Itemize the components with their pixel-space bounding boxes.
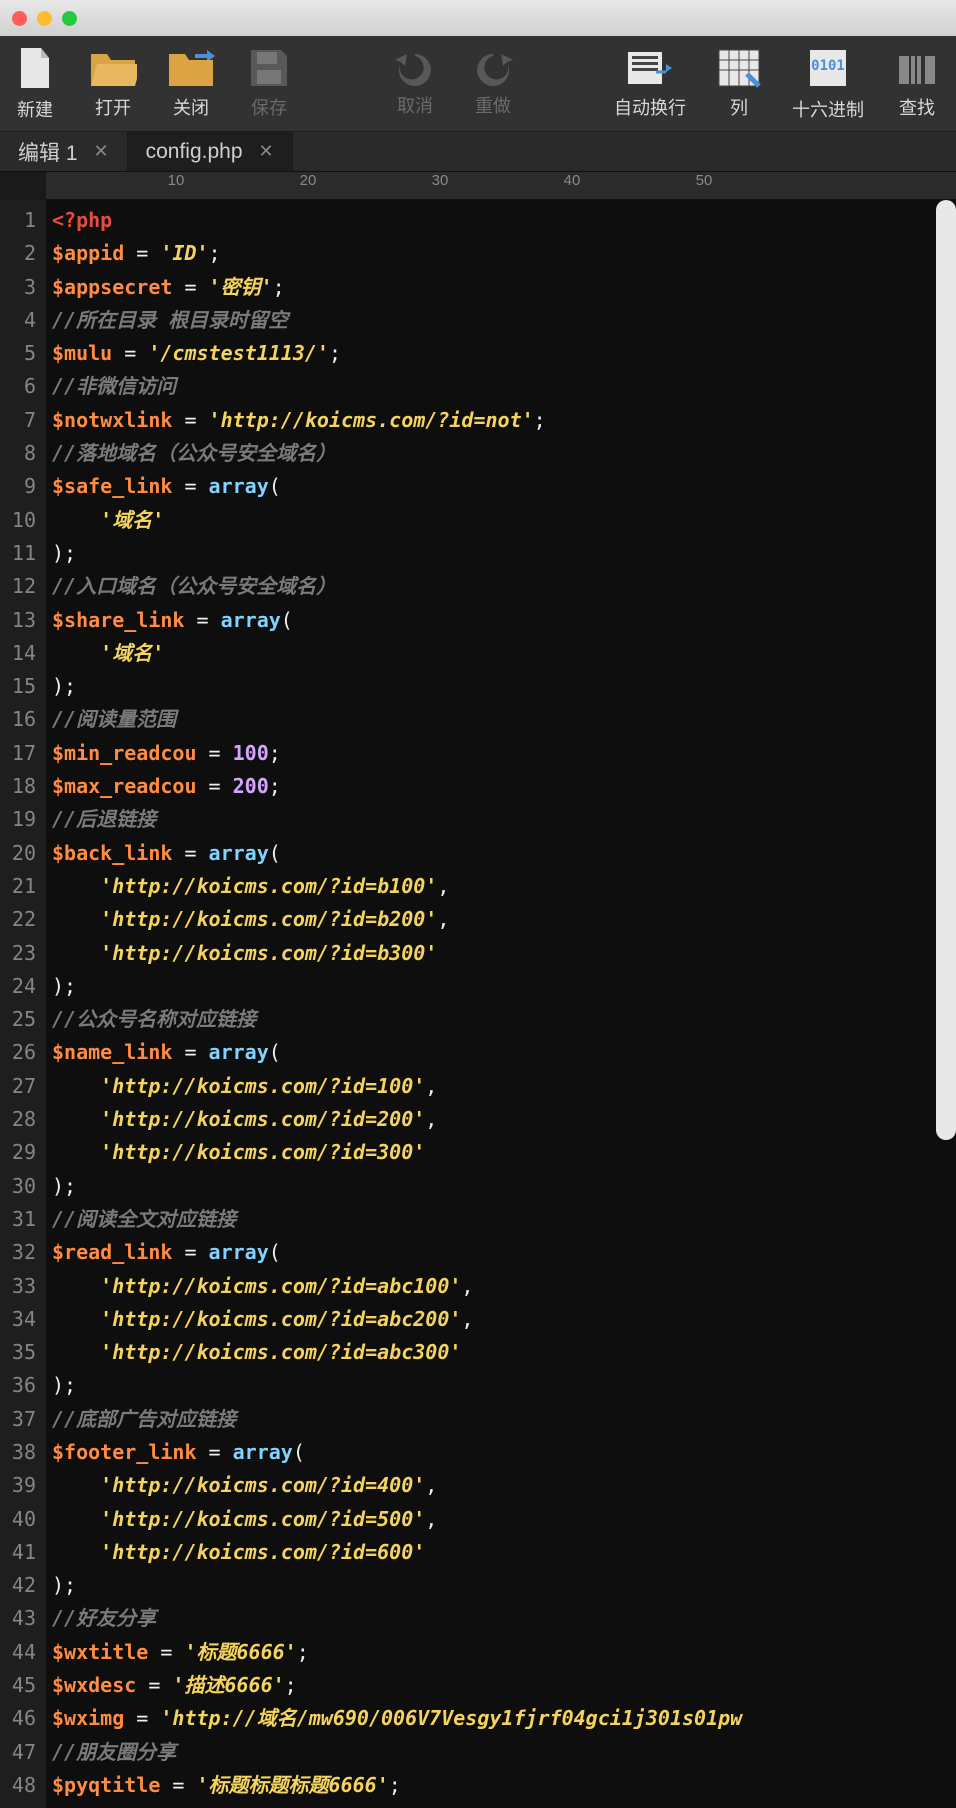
line-num: 26: [0, 1036, 36, 1069]
ruler-20: 20: [300, 172, 317, 189]
vertical-scrollbar[interactable]: [936, 200, 956, 1140]
line-num: 30: [0, 1170, 36, 1203]
line-num: 38: [0, 1436, 36, 1469]
new-label: 新建: [17, 96, 53, 122]
close-window-icon[interactable]: [12, 11, 27, 26]
column-label: 列: [730, 94, 748, 120]
line-num: 19: [0, 803, 36, 836]
line-num: 39: [0, 1469, 36, 1502]
line-num: 7: [0, 404, 36, 437]
line-num: 42: [0, 1569, 36, 1602]
line-num: 33: [0, 1270, 36, 1303]
line-num: 18: [0, 770, 36, 803]
line-num: 6: [0, 370, 36, 403]
code-area[interactable]: <?php $appid = 'ID'; $appsecret = '密钥'; …: [46, 200, 956, 1808]
line-num: 48: [0, 1769, 36, 1802]
svg-text:0101: 0101: [811, 58, 845, 74]
line-num: 20: [0, 837, 36, 870]
line-num: 46: [0, 1702, 36, 1735]
undo-button: 取消: [390, 50, 440, 118]
line-num: 21: [0, 870, 36, 903]
find-button[interactable]: 查找: [892, 48, 942, 120]
line-num: 34: [0, 1303, 36, 1336]
hex-button[interactable]: 0101 十六进制: [792, 46, 864, 122]
line-num: 37: [0, 1403, 36, 1436]
line-num: 41: [0, 1536, 36, 1569]
column-button[interactable]: 列: [714, 48, 764, 120]
ruler-30: 30: [432, 172, 449, 189]
line-num: 45: [0, 1669, 36, 1702]
line-num: 1: [0, 204, 36, 237]
toolbar: 新建 打开 关闭 保存 取消 重做 自动换行 列 0101 十六进制 查找: [0, 36, 956, 132]
line-num: 32: [0, 1236, 36, 1269]
find-label: 查找: [899, 94, 935, 120]
line-num: 35: [0, 1336, 36, 1369]
redo-label: 重做: [475, 92, 511, 118]
window-titlebar: [0, 0, 956, 36]
minimize-window-icon[interactable]: [37, 11, 52, 26]
undo-label: 取消: [397, 92, 433, 118]
line-num: 22: [0, 903, 36, 936]
open-label: 打开: [95, 94, 131, 120]
tab-label: config.php: [146, 140, 243, 164]
line-num: 14: [0, 637, 36, 670]
tab-config[interactable]: config.php ✕: [128, 132, 293, 171]
wrap-button[interactable]: 自动换行: [614, 48, 686, 120]
line-num: 43: [0, 1602, 36, 1635]
save-button: 保存: [244, 48, 294, 120]
new-button[interactable]: 新建: [10, 46, 60, 122]
line-num: 29: [0, 1136, 36, 1169]
line-num: 12: [0, 570, 36, 603]
close-tab-icon[interactable]: ✕: [94, 141, 109, 162]
line-num: 17: [0, 737, 36, 770]
line-num: 4: [0, 304, 36, 337]
line-num: 8: [0, 437, 36, 470]
hex-label: 十六进制: [792, 96, 864, 122]
line-num: 11: [0, 537, 36, 570]
line-num: 24: [0, 970, 36, 1003]
ruler-10: 10: [168, 172, 185, 189]
line-num: 9: [0, 470, 36, 503]
save-label: 保存: [251, 94, 287, 120]
maximize-window-icon[interactable]: [62, 11, 77, 26]
line-num: 10: [0, 504, 36, 537]
line-num: 2: [0, 237, 36, 270]
ruler: 10 20 30 40 50: [46, 172, 956, 200]
line-num: 44: [0, 1636, 36, 1669]
wrap-label: 自动换行: [614, 94, 686, 120]
ruler-40: 40: [564, 172, 581, 189]
line-num: 5: [0, 337, 36, 370]
line-num: 15: [0, 670, 36, 703]
line-num: 13: [0, 604, 36, 637]
line-num: 23: [0, 937, 36, 970]
close-button[interactable]: 关闭: [166, 48, 216, 120]
tab-bar: 编辑 1 ✕ config.php ✕: [0, 132, 956, 172]
close-label: 关闭: [173, 94, 209, 120]
line-num: 3: [0, 271, 36, 304]
tab-label: 编辑 1: [18, 137, 78, 167]
close-tab-icon[interactable]: ✕: [259, 141, 274, 162]
redo-button: 重做: [468, 50, 518, 118]
line-num: 28: [0, 1103, 36, 1136]
line-num: 47: [0, 1736, 36, 1769]
line-num: 25: [0, 1003, 36, 1036]
line-num: 36: [0, 1369, 36, 1402]
ruler-50: 50: [696, 172, 713, 189]
line-num: 27: [0, 1070, 36, 1103]
line-num: 40: [0, 1503, 36, 1536]
line-num: 31: [0, 1203, 36, 1236]
line-gutter: 1 2 3 4 5 6 7 8 9 10 11 12 13 14 15 16 1…: [0, 200, 46, 1808]
line-num: 16: [0, 703, 36, 736]
open-button[interactable]: 打开: [88, 48, 138, 120]
tab-edit1[interactable]: 编辑 1 ✕: [0, 132, 128, 171]
editor[interactable]: 1 2 3 4 5 6 7 8 9 10 11 12 13 14 15 16 1…: [0, 200, 956, 1808]
